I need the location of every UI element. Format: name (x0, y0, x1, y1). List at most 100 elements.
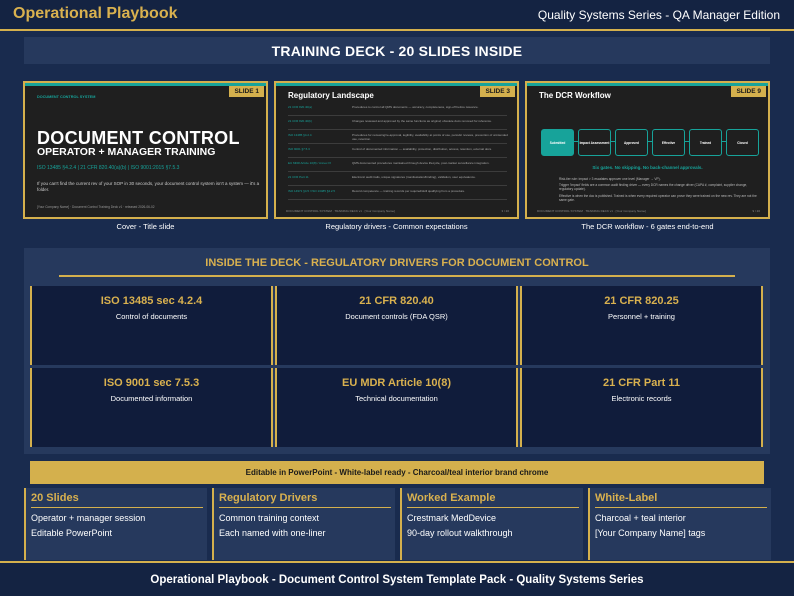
panel-divider (59, 275, 735, 277)
feature-worked-example: Worked Example Crestmark MedDevice 90-da… (400, 488, 583, 560)
regulation-card-21cfr-part-11: 21 CFR Part 11 Electronic records (520, 368, 763, 447)
regulation-code: 21 CFR 820.40(a) (288, 105, 313, 109)
slide-subtitle: OPERATOR + MANAGER TRAINING (37, 146, 216, 158)
feature-line: Operator + manager session (31, 513, 146, 523)
regulation-text: Procedures for reviewing/re-approval, le… (352, 133, 508, 141)
regulation-row: 21 CFR Part 11 Electronic audit trails, … (288, 172, 507, 186)
regulation-row: 21 CFR 820.40(a) Procedures to control a… (288, 102, 507, 116)
feature-line: Charcoal + teal interior (595, 513, 686, 523)
feature-line: Editable PowerPoint (31, 528, 113, 538)
regulation-card-21cfr-820-40: 21 CFR 820.40 Document controls (FDA QSR… (275, 286, 518, 365)
regulation-card-desc: Control of documents (115, 312, 188, 321)
flow-step-impact-assessment: Impact Assessment (578, 129, 611, 156)
regulation-text: Changes reviewed and approved by the sam… (352, 119, 492, 123)
feature-20-slides: 20 Slides Operator + manager session Edi… (24, 488, 207, 560)
regulation-code: ISO 13485 §4.2.4 (288, 133, 312, 137)
feature-white-label: White-Label Charcoal + teal interior [Yo… (588, 488, 771, 560)
regulation-code: EU MDR Article 10(8) / Annex IX (288, 161, 332, 165)
regulation-text: Electronic audit trails, unique signatur… (352, 175, 476, 179)
regulation-card-title: 21 CFR Part 11 (602, 377, 681, 389)
feature-title: Regulatory Drivers (219, 492, 318, 504)
feature-line: Common training context (219, 513, 320, 523)
slide-body: If you can't find the current rev of you… (37, 181, 260, 192)
regulation-code: ISO 14971 §4.5 / ISO 13485 §4.2.5 (288, 189, 336, 193)
slide-references: ISO 13485 §4.2.4 | 21 CFR 820.40(a)(b) |… (37, 165, 180, 171)
regulation-card-title: 21 CFR 820.40 (359, 295, 434, 307)
regulation-row: ISO 13485 §4.2.4 Procedures for reviewin… (288, 130, 508, 144)
regulation-text: QMS documented procedures maintained thr… (352, 161, 490, 165)
slide-page-number: 3 / 20 (501, 209, 509, 213)
regulation-code: 21 CFR 820.40(b) (288, 119, 313, 123)
regulation-code: ISO 9001 §7.5.3 (288, 147, 310, 151)
slide-caption-regulatory: Regulatory drivers - Common expectations (325, 222, 468, 231)
feature-divider (595, 507, 767, 508)
top-bar: Operational Playbook Quality Systems Ser… (0, 0, 794, 31)
regulation-card-title: 21 CFR 820.25 (604, 295, 679, 307)
slide-preview-dcr-workflow[interactable]: SLIDE 9 The DCR Workflow Submitted Impac… (525, 81, 770, 219)
panel-title: INSIDE THE DECK - REGULATORY DRIVERS FOR… (205, 257, 589, 269)
slide-page-number: 9 / 20 (752, 209, 760, 213)
slide-number-badge: SLIDE 9 (731, 86, 766, 97)
regulation-card-21cfr-820-25: 21 CFR 820.25 Personnel + training (520, 286, 763, 365)
slide-number-badge: SLIDE 1 (229, 86, 264, 97)
features-banner: Editable in PowerPoint - White-label rea… (30, 461, 764, 484)
regulation-row: ISO 9001 §7.5.3 Control of documented in… (288, 144, 507, 158)
regulation-row: ISO 14971 §4.5 / ISO 13485 §4.2.5 Record… (288, 186, 507, 200)
slide-caption-cover: Cover - Title slide (116, 222, 175, 231)
slide-preview-regulatory[interactable]: SLIDE 3 Regulatory Landscape 21 CFR 820.… (274, 81, 519, 219)
brand-title: Operational Playbook (13, 5, 178, 22)
flow-step-effective: Effective (652, 129, 685, 156)
flow-step-closed: Closed (726, 129, 759, 156)
slide-title: The DCR Workflow (539, 91, 611, 100)
regulation-card-title: ISO 13485 sec 4.2.4 (100, 295, 203, 307)
feature-title: White-Label (595, 492, 658, 504)
regulation-card-desc: Personnel + training (608, 312, 675, 321)
feature-line: 90-day rollout walkthrough (407, 528, 513, 538)
slide-caption-dcr-workflow: The DCR workflow - 6 gates end-to-end (581, 222, 714, 231)
workflow-note: Trigger 'Impact' fields are a common aud… (559, 183, 748, 192)
feature-regulatory-drivers: Regulatory Drivers Common training conte… (212, 488, 395, 560)
feature-title: Worked Example (407, 492, 496, 504)
regulation-card-desc: Electronic records (611, 394, 672, 403)
regulation-card-eu-mdr: EU MDR Article 10(8) Technical documenta… (275, 368, 518, 447)
slide-footer: DOCUMENT CONTROL SYSTEM · TRAINING DECK … (537, 209, 760, 213)
regulation-card-iso-13485: ISO 13485 sec 4.2.4 Control of documents (30, 286, 273, 365)
slide-footer-text: DOCUMENT CONTROL SYSTEM · TRAINING DECK … (286, 209, 395, 213)
workflow-note: Risk-tier rule: impact > 3 escalates app… (559, 177, 661, 181)
regulation-text: Control of documented information — avai… (352, 147, 493, 151)
feature-title: 20 Slides (31, 492, 79, 504)
slide-footer-text: DOCUMENT CONTROL SYSTEM · TRAINING DECK … (537, 209, 646, 213)
feature-line: Each named with one-liner (219, 528, 326, 538)
workflow-note: Effective is when the doc is published. … (559, 194, 757, 203)
regulation-card-title: EU MDR Article 10(8) (341, 377, 451, 389)
regulation-row: EU MDR Article 10(8) / Annex IX QMS docu… (288, 158, 507, 172)
regulation-card-title: ISO 9001 sec 7.5.3 (103, 377, 200, 389)
gates-statement: Six gates. No skipping. No back-channel … (592, 165, 703, 170)
feature-line: Crestmark MedDevice (407, 513, 497, 523)
regulatory-drivers-panel: INSIDE THE DECK - REGULATORY DRIVERS FOR… (24, 248, 770, 454)
slide-preview-cover[interactable]: SLIDE 1 DOCUMENT CONTROL SYSTEM DOCUMENT… (23, 81, 268, 219)
edition-label: Quality Systems Series - QA Manager Edit… (537, 8, 780, 22)
regulation-card-desc: Technical documentation (355, 394, 438, 403)
regulation-row: 21 CFR 820.40(b) Changes reviewed and ap… (288, 116, 507, 130)
feature-line: [Your Company Name] tags (595, 528, 706, 538)
training-deck-banner: TRAINING DECK - 20 SLIDES INSIDE (24, 37, 770, 64)
regulation-card-iso-9001: ISO 9001 sec 7.5.3 Documented informatio… (30, 368, 273, 447)
feature-divider (407, 507, 579, 508)
regulation-card-desc: Document controls (FDA QSR) (345, 312, 448, 321)
slide-number-badge: SLIDE 3 (480, 86, 515, 97)
regulation-text: Record competence — training records per… (352, 189, 466, 193)
regulation-text: Procedures to control all QMS documents … (352, 105, 479, 109)
slide-footer: DOCUMENT CONTROL SYSTEM · TRAINING DECK … (286, 209, 509, 213)
slide-kicker: DOCUMENT CONTROL SYSTEM (37, 95, 96, 99)
regulation-code: 21 CFR Part 11 (288, 175, 309, 179)
feature-divider (219, 507, 391, 508)
flow-step-submitted: Submitted (541, 129, 574, 156)
regulation-card-desc: Documented information (110, 394, 193, 403)
flow-step-trained: Trained (689, 129, 722, 156)
feature-divider (31, 507, 203, 508)
slide-title: Regulatory Landscape (288, 91, 374, 100)
flow-step-approved: Approved (615, 129, 648, 156)
footer-bar: Operational Playbook - Document Control … (0, 561, 794, 596)
slide-footer: [Your Company Name] · Document Control T… (37, 205, 155, 209)
